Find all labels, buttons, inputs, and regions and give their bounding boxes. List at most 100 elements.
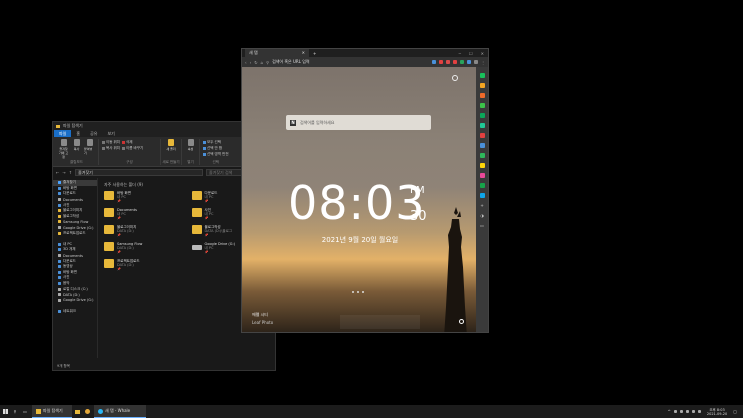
nav-item-label: 블로그이미지: [63, 208, 83, 213]
sidebar-app-icon[interactable]: [479, 93, 485, 98]
sidebar-app-icon[interactable]: [479, 173, 485, 178]
sidebar-app-icon[interactable]: [479, 193, 485, 198]
task-view-icon[interactable]: ▭: [20, 405, 30, 418]
home-icon[interactable]: ⌂: [261, 60, 264, 65]
tab-home[interactable]: 홈: [71, 131, 85, 137]
taskbar-app-whale[interactable]: 새 탭 - Whale: [94, 405, 146, 418]
folder-tile[interactable]: Documents 내 PC 📌: [104, 208, 182, 220]
chrome-icon[interactable]: [82, 405, 92, 418]
tray-icon[interactable]: [673, 410, 677, 413]
sidebar-app-icon[interactable]: [479, 143, 485, 148]
address-bar[interactable]: 즐겨찾기: [75, 169, 203, 176]
select-none-button[interactable]: 선택 안 함: [203, 146, 229, 151]
nav-item-label: DATA (D:): [63, 292, 80, 297]
delete-button[interactable]: 삭제: [122, 140, 143, 145]
tab-new[interactable]: 새 탭 ✕: [245, 49, 309, 57]
folder-tile[interactable]: Samsung Flow DATA (D:) 📌: [104, 242, 182, 254]
folder-icon: [104, 225, 114, 234]
extension-icon[interactable]: [432, 60, 436, 64]
sidebar-app-icon[interactable]: [479, 123, 485, 128]
pin-icon: 📌: [117, 216, 121, 220]
sidebar-app-icon[interactable]: [479, 113, 485, 118]
naver-logo-icon: N: [290, 119, 296, 126]
tab-share[interactable]: 공유: [85, 131, 102, 137]
nav-item-icon: [58, 304, 61, 307]
start-button[interactable]: [0, 405, 10, 418]
back-arrow-icon[interactable]: ←: [56, 170, 59, 175]
maximize-icon[interactable]: ☐: [469, 51, 473, 56]
shortcut-strip[interactable]: [340, 315, 420, 329]
tray-chevron-icon[interactable]: ^: [668, 409, 671, 414]
ribbon-group-new: 새 폴더 새로 만들기: [161, 139, 182, 165]
extension-icon[interactable]: [474, 60, 478, 64]
sidebar-app-icon[interactable]: [479, 83, 485, 88]
sidebar-app-icon[interactable]: [479, 73, 485, 78]
folder-tile[interactable]: 프로젝트업로드 DATA (D:) 📌: [104, 259, 182, 271]
reload-icon[interactable]: ↻: [254, 60, 257, 65]
nav-item-label: 사진: [63, 275, 70, 280]
customize-icon[interactable]: [452, 75, 458, 81]
folder-icon: [36, 408, 41, 414]
minimize-icon[interactable]: ─: [459, 51, 461, 56]
new-tab-icon[interactable]: +: [313, 51, 316, 56]
select-all-button[interactable]: 모두 선택: [203, 140, 229, 145]
extension-icon[interactable]: [460, 60, 464, 64]
search-icon[interactable]: ⚲: [10, 405, 20, 418]
search-box[interactable]: N 검색어를 입력하세요: [286, 115, 431, 130]
folder-tile[interactable]: 블로그이미지 DATA (D:) 📌: [104, 225, 182, 237]
tab-view[interactable]: 보기: [102, 131, 119, 137]
extension-icon[interactable]: [439, 60, 443, 64]
sidebar-app-icon[interactable]: [479, 163, 485, 168]
notification-icon[interactable]: ▢: [733, 409, 737, 414]
sidebar-app-icon[interactable]: [479, 133, 485, 138]
nav-item-icon: [58, 237, 61, 240]
close-icon[interactable]: ✕: [481, 51, 484, 56]
menu-icon[interactable]: ⋮: [481, 60, 485, 65]
up-arrow-icon[interactable]: ↑: [69, 170, 72, 175]
sidebar-app-icon[interactable]: [479, 183, 485, 188]
folder-tile[interactable]: 바탕 화면 내 PC 📌: [104, 191, 182, 203]
volume-icon[interactable]: [691, 410, 695, 413]
folder-taskbar-icon[interactable]: [72, 405, 82, 418]
taskbar-clock[interactable]: 오후 8:03 2021-09-20: [707, 408, 727, 416]
close-tab-icon[interactable]: ✕: [302, 49, 305, 57]
rename-button[interactable]: 이름 바꾸기: [122, 146, 143, 151]
taskbar-app-explorer[interactable]: 파일 탐색기: [32, 405, 72, 418]
search-icon: ⚲: [266, 59, 270, 65]
group-label: 구성: [126, 160, 133, 164]
forward-icon[interactable]: ›: [250, 60, 252, 65]
url-input[interactable]: 검색어 혹은 URL 입력: [272, 59, 332, 65]
nav-item-label: 네트워크: [63, 308, 76, 313]
forward-arrow-icon[interactable]: →: [62, 170, 65, 175]
desktop: 파일 탐색기 ─ ☐ ✕ 파일 홈 공유 보기 즐겨찾기에 고정 복사 붙여넣기…: [0, 0, 743, 405]
back-icon[interactable]: ‹: [245, 60, 247, 65]
nav-item-icon: [58, 265, 61, 269]
ime-icon[interactable]: [697, 410, 701, 413]
ribbon-group-organize: 이동 위치 복사 위치 삭제 이름 바꾸기 구성: [99, 139, 161, 165]
tray-icon[interactable]: [679, 410, 683, 413]
sidebar-tool-icon[interactable]: ▭: [480, 223, 484, 228]
sidebar-app-icon[interactable]: [479, 153, 485, 158]
tab-file[interactable]: 파일: [54, 130, 72, 137]
extension-icon[interactable]: [467, 60, 471, 64]
nav-item-label: 즐겨찾기: [63, 180, 76, 185]
photo-source: Leaf Photo: [252, 320, 274, 325]
nav-item-label: 프로젝트업로드: [63, 230, 86, 235]
invert-selection-button[interactable]: 선택 영역 반전: [203, 152, 229, 157]
nav-item[interactable]: 네트워크: [53, 309, 97, 315]
pin-icon: 📌: [204, 250, 209, 254]
nav-item-icon: [58, 293, 61, 297]
sidebar-tool-icon[interactable]: ◑: [480, 213, 484, 218]
move-to-button[interactable]: 이동 위치: [102, 140, 120, 145]
network-icon[interactable]: [685, 410, 689, 413]
pin-icon: 📌: [204, 216, 209, 220]
extension-icon[interactable]: [446, 60, 450, 64]
nav-item-icon: [58, 226, 61, 230]
extension-icon[interactable]: [453, 60, 457, 64]
settings-icon[interactable]: [459, 319, 464, 324]
nav-item-label: Documents: [63, 197, 83, 202]
page-dots[interactable]: [352, 291, 364, 293]
sidebar-app-icon[interactable]: [479, 103, 485, 108]
sidebar-tool-icon[interactable]: +: [480, 203, 483, 208]
copy-to-button[interactable]: 복사 위치: [102, 146, 120, 151]
